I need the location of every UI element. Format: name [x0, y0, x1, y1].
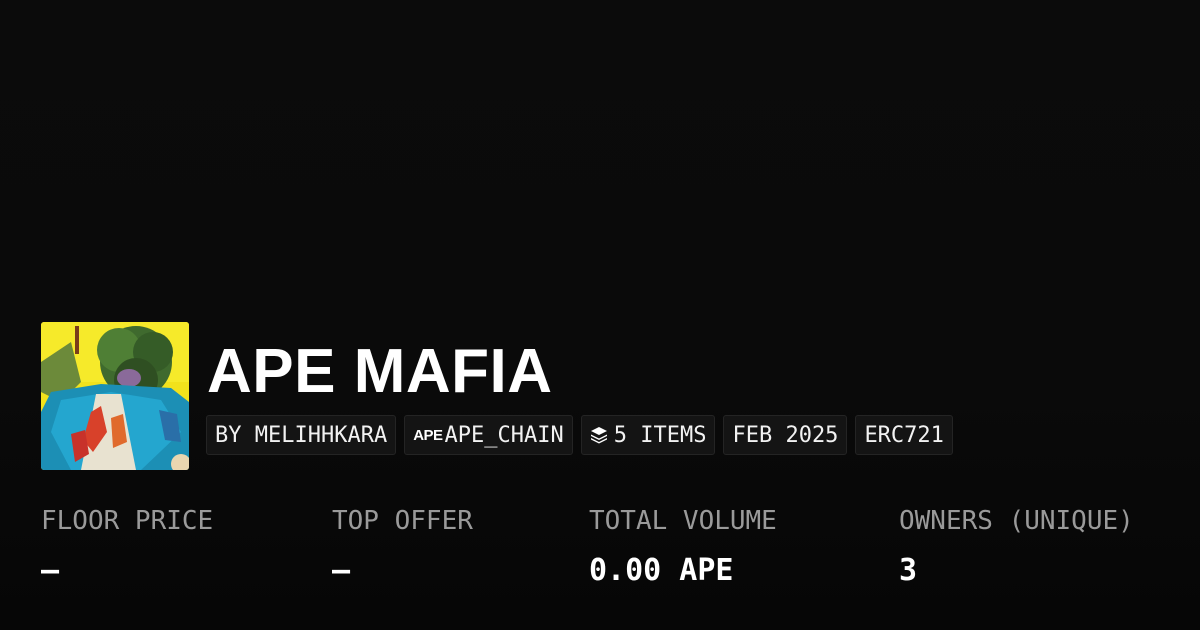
stack-layers-icon: [590, 426, 608, 444]
standard-tag-label: ERC721: [864, 422, 944, 448]
total-volume-stat: TOTAL VOLUME 0.00 APE: [589, 503, 777, 589]
items-tag-label: 5 ITEMS: [613, 422, 707, 448]
items-tag: 5 ITEMS: [580, 415, 716, 455]
top-offer-stat: TOP OFFER —: [332, 503, 473, 589]
total-volume-value: 0.00 APE: [589, 553, 734, 588]
chain-tag-label: APE_CHAIN: [444, 422, 564, 448]
collection-share-card: APE MAFIA BY MELIHHKARA APE APE_CHAIN 5 …: [0, 0, 1200, 630]
total-volume-label: TOTAL VOLUME: [589, 506, 777, 536]
owners-value: 3: [899, 553, 918, 588]
floor-price-value: —: [41, 553, 60, 588]
top-offer-label: TOP OFFER: [332, 506, 473, 536]
collection-avatar-image: [41, 322, 189, 470]
collection-tags: BY MELIHHKARA APE APE_CHAIN 5 ITEMS FEB …: [206, 415, 953, 455]
floor-price-stat: FLOOR PRICE —: [41, 503, 213, 589]
floor-price-label: FLOOR PRICE: [41, 506, 214, 536]
chain-tag[interactable]: APE APE_CHAIN: [404, 415, 573, 455]
creator-tag-label: BY MELIHHKARA: [215, 422, 388, 448]
owners-label: OWNERS (UNIQUE): [899, 506, 1134, 536]
apechain-logo-icon: APE: [413, 426, 443, 444]
date-tag: FEB 2025: [723, 415, 848, 455]
collection-title: APE MAFIA: [207, 337, 553, 406]
owners-stat: OWNERS (UNIQUE) 3: [899, 503, 1134, 589]
standard-tag: ERC721: [855, 415, 953, 455]
top-offer-value: —: [332, 553, 351, 588]
date-tag-label: FEB 2025: [732, 422, 839, 448]
creator-tag[interactable]: BY MELIHHKARA: [206, 415, 397, 455]
